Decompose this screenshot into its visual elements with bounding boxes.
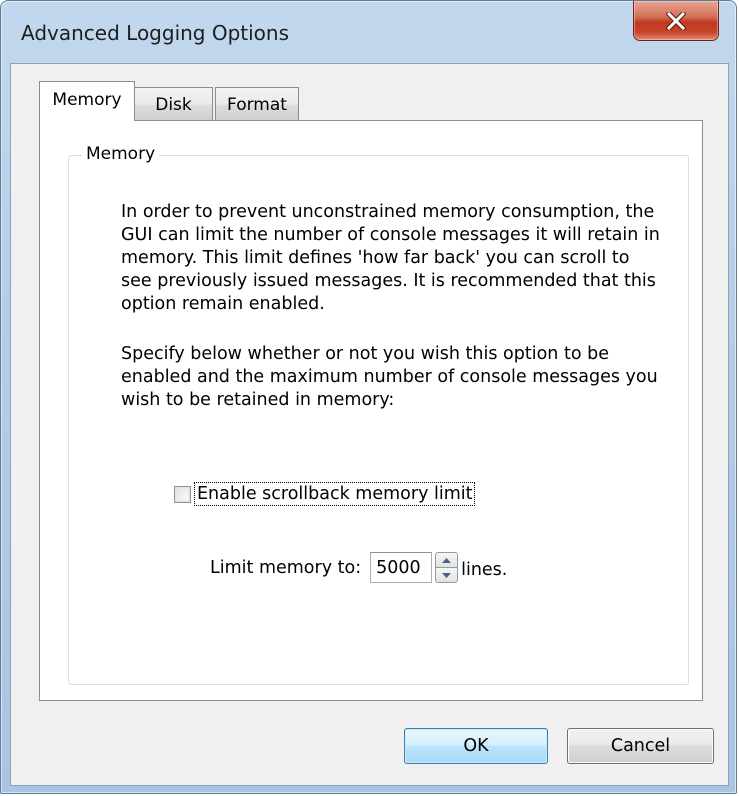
tab-disk[interactable]: Disk xyxy=(134,87,213,121)
spin-up-button[interactable] xyxy=(435,552,459,567)
tab-disk-label: Disk xyxy=(155,94,192,115)
description-paragraph-2: Specify below whether or not you wish th… xyxy=(121,344,658,410)
close-button[interactable] xyxy=(633,1,719,41)
spin-down-button[interactable] xyxy=(435,567,459,583)
limit-memory-unit: lines. xyxy=(461,559,508,580)
description-paragraph-1: In order to prevent unconstrained memory… xyxy=(121,202,660,314)
scrollback-limit-label[interactable]: Enable scrollback memory limit xyxy=(194,482,476,506)
scrollback-limit-checkbox-row[interactable]: Enable scrollback memory limit xyxy=(174,482,476,506)
tab-panel-memory: Memory In order to prevent unconstrained… xyxy=(39,120,703,701)
limit-memory-input[interactable] xyxy=(370,552,433,583)
tab-memory-label: Memory xyxy=(52,90,122,110)
scrollback-limit-checkbox[interactable] xyxy=(174,485,191,503)
group-legend: Memory xyxy=(82,144,160,164)
limit-memory-row: Limit memory to: lines. xyxy=(210,552,507,583)
arrow-down-icon xyxy=(442,572,452,578)
memory-group-box: Memory In order to prevent unconstrained… xyxy=(68,144,689,685)
cancel-button[interactable]: Cancel xyxy=(567,728,714,764)
limit-memory-spinner xyxy=(435,552,459,583)
ok-button[interactable]: OK xyxy=(404,728,548,764)
tab-format-label: Format xyxy=(227,94,287,115)
close-icon xyxy=(666,11,686,30)
tab-memory[interactable]: Memory xyxy=(39,81,135,121)
limit-memory-label: Limit memory to: xyxy=(210,557,362,578)
window-title: Advanced Logging Options xyxy=(21,21,290,45)
dialog-client-area: Memory Disk Format Memory In order to pr… xyxy=(10,63,729,786)
arrow-up-icon xyxy=(442,557,452,563)
dialog-window: Advanced Logging Options Memory Disk For… xyxy=(0,0,737,794)
tab-format[interactable]: Format xyxy=(215,87,299,121)
